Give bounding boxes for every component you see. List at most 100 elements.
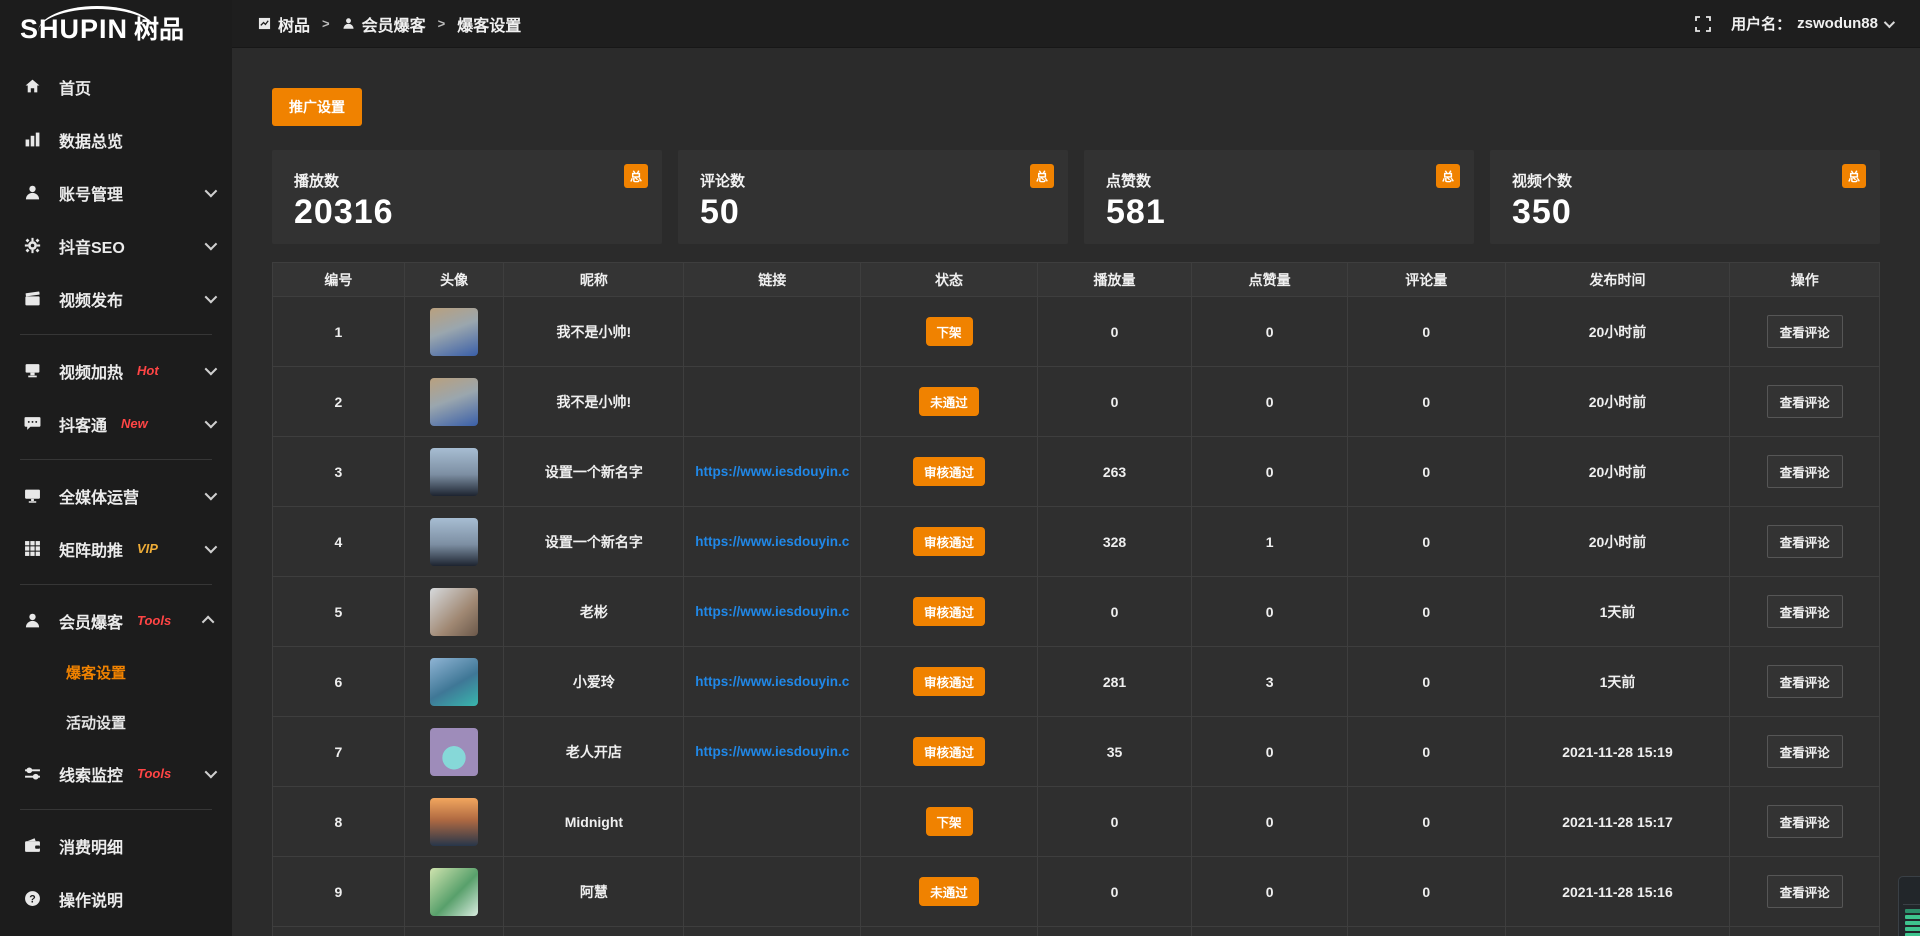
square-icon: [258, 17, 271, 30]
status-badge[interactable]: 审核通过: [913, 737, 985, 766]
view-comments-button[interactable]: 查看评论: [1767, 805, 1843, 838]
cell-status: 审核通过: [861, 437, 1038, 507]
stat-card-likes: 点赞数 581 总: [1084, 150, 1474, 244]
cell-likes: 3: [1192, 647, 1348, 717]
sidebar-item-video-heating[interactable]: 视频加热 Hot: [0, 344, 232, 397]
view-comments-button[interactable]: 查看评论: [1767, 735, 1843, 768]
hot-tag: Hot: [137, 363, 159, 378]
floating-widget[interactable]: [1898, 876, 1920, 936]
cell-num: 5: [273, 577, 405, 647]
svg-text:?: ?: [29, 893, 35, 905]
breadcrumb-item-member-baoke[interactable]: 会员爆客: [342, 12, 426, 36]
cell-comments: 0: [1348, 717, 1505, 787]
cell-num: 8: [273, 787, 405, 857]
status-badge[interactable]: 审核通过: [913, 597, 985, 626]
cell-time: 20小时前: [1505, 297, 1730, 367]
cell-link[interactable]: https://www.iesdouyin.c: [684, 717, 861, 787]
cell-num: 3: [273, 437, 405, 507]
cell-avatar: [404, 787, 504, 857]
cell-time: 2021-11-28 15:17: [1505, 787, 1730, 857]
table-row: 5 老彬 https://www.iesdouyin.c 审核通过 0 0 0 …: [273, 577, 1880, 647]
view-comments-button[interactable]: 查看评论: [1767, 665, 1843, 698]
bar-chart-icon: [24, 131, 41, 148]
cell-plays: 0: [1037, 787, 1191, 857]
cell-time: 20小时前: [1505, 437, 1730, 507]
tools-tag: Tools: [137, 766, 171, 781]
sidebar-item-account-management[interactable]: 账号管理: [0, 166, 232, 219]
table-row: 3 设置一个新名字 https://www.iesdouyin.c 审核通过 2…: [273, 437, 1880, 507]
sidebar-subitem-baoke-settings[interactable]: 爆客设置: [0, 647, 232, 697]
cell-link[interactable]: https://www.iesdouyin.c: [684, 647, 861, 717]
sidebar-item-consumption-details[interactable]: 消费明细: [0, 819, 232, 872]
view-comments-button[interactable]: 查看评论: [1767, 595, 1843, 628]
status-badge[interactable]: 未通过: [919, 877, 979, 906]
sidebar-item-home[interactable]: 首页: [0, 60, 232, 113]
topbar-actions: 用户名：zswodun88: [1695, 13, 1892, 34]
breadcrumb-item-baoke-settings: 爆客设置: [457, 12, 521, 36]
cell-status: 未通过: [861, 367, 1038, 437]
widget-bar: [1905, 921, 1920, 925]
sidebar-item-douyin-seo[interactable]: 抖音SEO: [0, 219, 232, 272]
view-comments-button[interactable]: 查看评论: [1767, 875, 1843, 908]
sidebar-subitem-activity-settings[interactable]: 活动设置: [0, 697, 232, 747]
cell-time: 20小时前: [1505, 507, 1730, 577]
sidebar-item-lead-monitoring[interactable]: 线索监控 Tools: [0, 747, 232, 800]
cell-link[interactable]: [684, 367, 861, 437]
logo-arc: [38, 6, 156, 32]
cell-link[interactable]: https://www.iesdouyin.c: [684, 577, 861, 647]
grid-icon: [24, 540, 41, 557]
chevron-down-icon: [205, 766, 218, 779]
cell-link[interactable]: [684, 857, 861, 927]
status-badge[interactable]: 审核通过: [913, 527, 985, 556]
cell-plays: 35: [1037, 717, 1191, 787]
status-badge[interactable]: 未通过: [919, 387, 979, 416]
avatar: [430, 868, 478, 916]
cell-link[interactable]: [684, 297, 861, 367]
cell-link[interactable]: [684, 787, 861, 857]
fullscreen-icon[interactable]: [1695, 16, 1711, 32]
sidebar-item-omnimedia[interactable]: 全媒体运营: [0, 469, 232, 522]
chevron-down-icon: [1884, 16, 1895, 27]
status-badge[interactable]: 审核通过: [913, 667, 985, 696]
status-badge[interactable]: 下架: [926, 807, 973, 836]
sidebar-item-instructions[interactable]: ? 操作说明: [0, 872, 232, 925]
total-badge: 总: [624, 164, 648, 188]
view-comments-button[interactable]: 查看评论: [1767, 455, 1843, 488]
stat-value: 20316: [294, 193, 640, 232]
sidebar-item-video-publish[interactable]: 视频发布: [0, 272, 232, 325]
status-badge[interactable]: 下架: [926, 317, 973, 346]
heat-screen-icon: [24, 362, 41, 379]
status-badge[interactable]: 审核通过: [913, 457, 985, 486]
cell-likes: 0: [1192, 857, 1348, 927]
stat-card-comments: 评论数 50 总: [678, 150, 1068, 244]
view-comments-button[interactable]: 查看评论: [1767, 385, 1843, 418]
avatar: [430, 658, 478, 706]
view-comments-button[interactable]: 查看评论: [1767, 315, 1843, 348]
sidebar-item-matrix-boost[interactable]: 矩阵助推 VIP: [0, 522, 232, 575]
cell-plays: 0: [1037, 577, 1191, 647]
stat-card-plays: 播放数 20316 总: [272, 150, 662, 244]
view-comments-button[interactable]: 查看评论: [1767, 525, 1843, 558]
cell-time: 1天前: [1505, 647, 1730, 717]
promo-settings-button[interactable]: 推广设置: [272, 88, 362, 126]
cell-plays: [1037, 927, 1191, 936]
stat-cards: 播放数 20316 总 评论数 50 总 点赞数 581 总 视频个数 350: [272, 150, 1880, 244]
sidebar-item-member-baoke[interactable]: 会员爆客 Tools: [0, 594, 232, 647]
cell-link[interactable]: https://www.iesdouyin.c: [684, 437, 861, 507]
sidebar-item-label: 矩阵助推: [59, 537, 123, 561]
cell-time: 1天前: [1505, 577, 1730, 647]
sidebar-item-label: 线索监控: [59, 762, 123, 786]
cell-status: 审核通过: [861, 647, 1038, 717]
table-row: 6 小爱玲 https://www.iesdouyin.c 审核通过 281 3…: [273, 647, 1880, 717]
sidebar-item-data-overview[interactable]: 数据总览: [0, 113, 232, 166]
new-tag: New: [121, 416, 148, 431]
cell-nickname: 阿慧: [504, 857, 684, 927]
user-menu[interactable]: 用户名：zswodun88: [1731, 13, 1892, 34]
cell-link[interactable]: https://www.iesdouyin.c: [684, 507, 861, 577]
breadcrumb-item-shupin[interactable]: 树品: [258, 12, 310, 36]
menu-divider: [20, 459, 212, 460]
cell-comments: [1348, 927, 1505, 936]
cell-status: 下架: [861, 787, 1038, 857]
sidebar-item-douketong[interactable]: 抖客通 New: [0, 397, 232, 450]
chevron-down-icon: [205, 488, 218, 501]
